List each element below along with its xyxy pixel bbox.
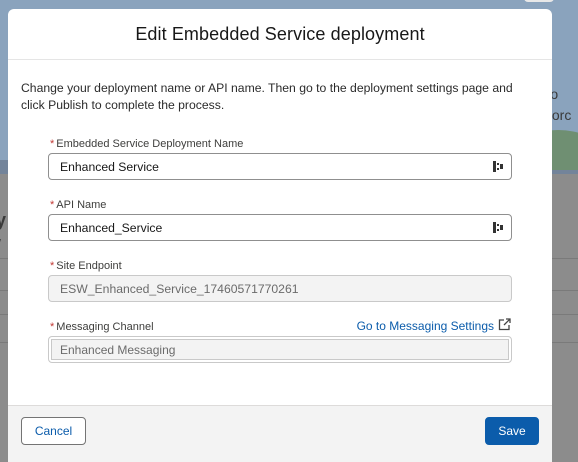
label-text: Site Endpoint — [56, 260, 122, 272]
background-divider — [552, 342, 578, 343]
modal-header: Edit Embedded Service deployment — [8, 9, 552, 60]
background-divider — [552, 290, 578, 291]
deployment-name-label: * Embedded Service Deployment Name — [50, 138, 243, 150]
edit-deployment-modal: Edit Embedded Service deployment Change … — [8, 9, 552, 462]
modal-title: Edit Embedded Service deployment — [135, 23, 425, 44]
api-name-label: * API Name — [50, 199, 106, 211]
background-divider — [0, 258, 8, 259]
input-value: Enhanced Service — [60, 159, 159, 174]
required-mark: * — [50, 138, 55, 150]
background-divider — [0, 290, 8, 291]
site-endpoint-label: * Site Endpoint — [50, 260, 122, 272]
label-text: Embedded Service Deployment Name — [56, 138, 244, 150]
required-mark: * — [50, 199, 55, 211]
background-text: y — [0, 210, 7, 230]
api-name-input[interactable]: Enhanced_Service — [48, 214, 512, 241]
go-to-messaging-settings-link[interactable]: Go to Messaging Settings — [357, 318, 511, 334]
label-text: API Name — [56, 199, 107, 211]
cancel-button[interactable]: Cancel — [21, 417, 86, 445]
background-text: / — [0, 236, 1, 252]
external-link-icon — [498, 318, 511, 334]
password-manager-key-icon[interactable] — [492, 160, 506, 174]
site-endpoint-input: ESW_Enhanced_Service_17460571770261 — [48, 275, 512, 302]
background-divider — [0, 342, 8, 343]
link-text: Go to Messaging Settings — [356, 319, 494, 333]
messaging-channel-select: Enhanced Messaging — [48, 336, 512, 363]
required-mark: * — [50, 260, 55, 272]
background-divider — [552, 258, 578, 259]
select-value-box: Enhanced Messaging — [51, 339, 509, 360]
background-divider — [0, 314, 8, 315]
messaging-channel-label: * Messaging Channel — [50, 321, 154, 333]
input-value: Enhanced_Service — [60, 220, 163, 235]
label-text: Messaging Channel — [56, 321, 154, 333]
deployment-name-input[interactable]: Enhanced Service — [48, 153, 512, 180]
select-value: Enhanced Messaging — [60, 342, 176, 357]
modal-body: Change your deployment name or API name.… — [8, 60, 552, 405]
background-divider — [552, 314, 578, 315]
modal-footer: Cancel Save — [8, 405, 552, 462]
required-mark: * — [50, 321, 55, 333]
background-close-button — [524, 0, 554, 2]
input-value: ESW_Enhanced_Service_17460571770261 — [60, 281, 299, 296]
password-manager-key-icon[interactable] — [492, 221, 506, 235]
save-button[interactable]: Save — [485, 417, 539, 445]
intro-text: Change your deployment name or API name.… — [21, 81, 513, 112]
